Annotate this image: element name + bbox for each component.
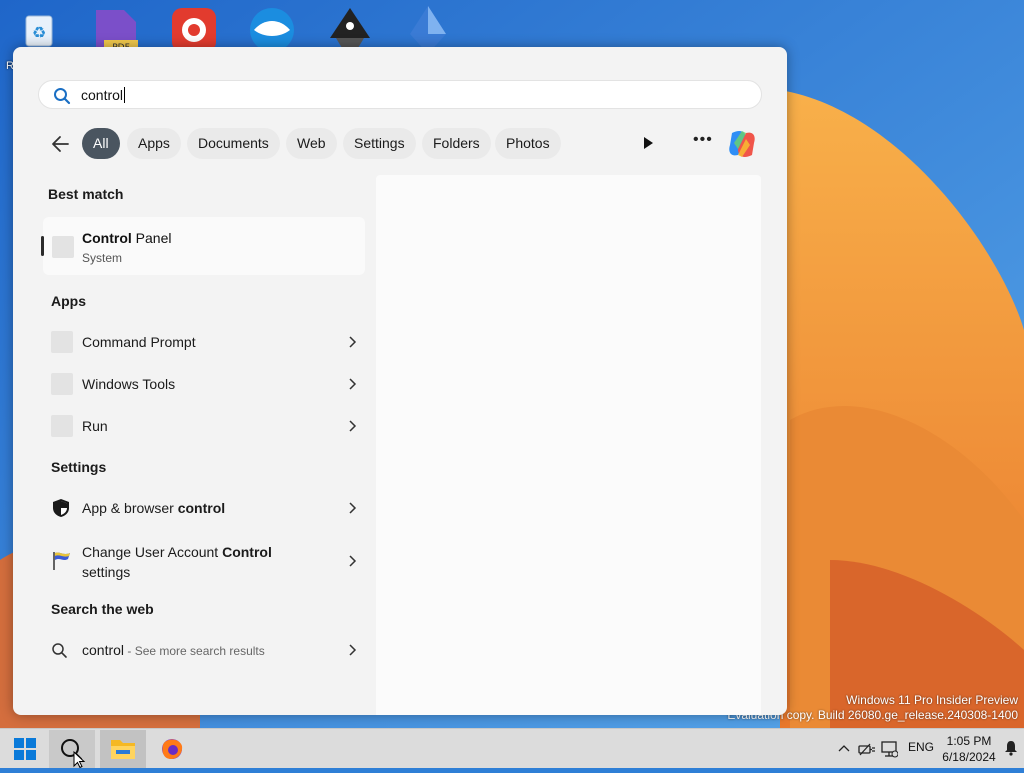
chevron-right-icon[interactable] bbox=[347, 554, 357, 572]
svg-text:♻: ♻ bbox=[32, 23, 46, 42]
search-icon bbox=[53, 87, 71, 110]
filter-documents[interactable]: Documents bbox=[187, 128, 280, 159]
chevron-right-icon[interactable] bbox=[347, 335, 357, 353]
section-best-match: Best match bbox=[48, 186, 124, 202]
app-run[interactable]: Run bbox=[51, 408, 357, 444]
chevron-right-icon[interactable] bbox=[347, 501, 357, 519]
chevron-up-icon[interactable] bbox=[838, 742, 850, 756]
run-icon bbox=[51, 415, 73, 437]
control-panel-icon bbox=[52, 236, 74, 258]
section-settings: Settings bbox=[51, 459, 107, 475]
search-icon bbox=[51, 642, 69, 665]
app-command-prompt[interactable]: Command Prompt bbox=[51, 324, 357, 360]
shield-icon bbox=[51, 498, 71, 523]
taskbar-search-button[interactable] bbox=[49, 730, 95, 769]
best-match-control-panel[interactable]: Control Panel System bbox=[41, 217, 365, 275]
start-button[interactable] bbox=[2, 730, 48, 768]
setting-app-browser-control[interactable]: App & browser control bbox=[51, 490, 357, 526]
filter-folders[interactable]: Folders bbox=[422, 128, 491, 159]
filter-bar: All Apps Documents Web Settings Folders … bbox=[13, 127, 787, 161]
filter-web[interactable]: Web bbox=[286, 128, 337, 159]
clock[interactable]: 1:05 PM 6/18/2024 bbox=[938, 733, 1000, 765]
text-caret bbox=[124, 87, 126, 103]
web-search-result[interactable]: control - See more search results bbox=[51, 632, 357, 668]
more-options-icon[interactable]: ••• bbox=[693, 131, 713, 149]
search-query-text: control bbox=[81, 87, 126, 103]
taskbar: ENG 1:05 PM 6/18/2024 bbox=[0, 728, 1024, 769]
network-icon[interactable] bbox=[880, 740, 899, 761]
filter-settings[interactable]: Settings bbox=[343, 128, 416, 159]
firefox-button[interactable] bbox=[149, 730, 195, 768]
windows-tools-icon bbox=[51, 373, 73, 395]
app-windows-tools[interactable]: Windows Tools bbox=[51, 366, 357, 402]
command-prompt-icon bbox=[51, 331, 73, 353]
section-search-web: Search the web bbox=[51, 601, 154, 617]
search-panel: control All Apps Documents Web Settings … bbox=[13, 47, 787, 715]
setting-change-uac[interactable]: Change User Account Control settings bbox=[51, 538, 357, 582]
copilot-icon[interactable] bbox=[726, 129, 758, 164]
best-match-title: Control Panel bbox=[82, 230, 172, 246]
battery-plug-icon[interactable] bbox=[858, 741, 876, 760]
chevron-right-icon[interactable] bbox=[347, 419, 357, 437]
chevron-right-icon[interactable] bbox=[347, 377, 357, 395]
back-arrow-icon[interactable] bbox=[49, 133, 73, 155]
filter-photos[interactable]: Photos bbox=[495, 128, 561, 159]
section-apps: Apps bbox=[51, 293, 86, 309]
language-indicator[interactable]: ENG bbox=[908, 740, 934, 754]
play-icon[interactable] bbox=[641, 136, 655, 155]
chevron-right-icon[interactable] bbox=[347, 643, 357, 661]
filter-all[interactable]: All bbox=[82, 128, 120, 159]
filter-apps[interactable]: Apps bbox=[127, 128, 181, 159]
preview-pane bbox=[376, 175, 761, 715]
uac-flag-icon bbox=[51, 550, 73, 577]
notification-bell-icon[interactable] bbox=[1004, 740, 1018, 759]
search-input[interactable]: control bbox=[38, 80, 762, 109]
system-tray: ENG 1:05 PM 6/18/2024 bbox=[824, 729, 1024, 769]
file-explorer-button[interactable] bbox=[100, 730, 146, 768]
best-match-subtitle: System bbox=[82, 251, 123, 265]
selection-indicator bbox=[41, 236, 44, 256]
